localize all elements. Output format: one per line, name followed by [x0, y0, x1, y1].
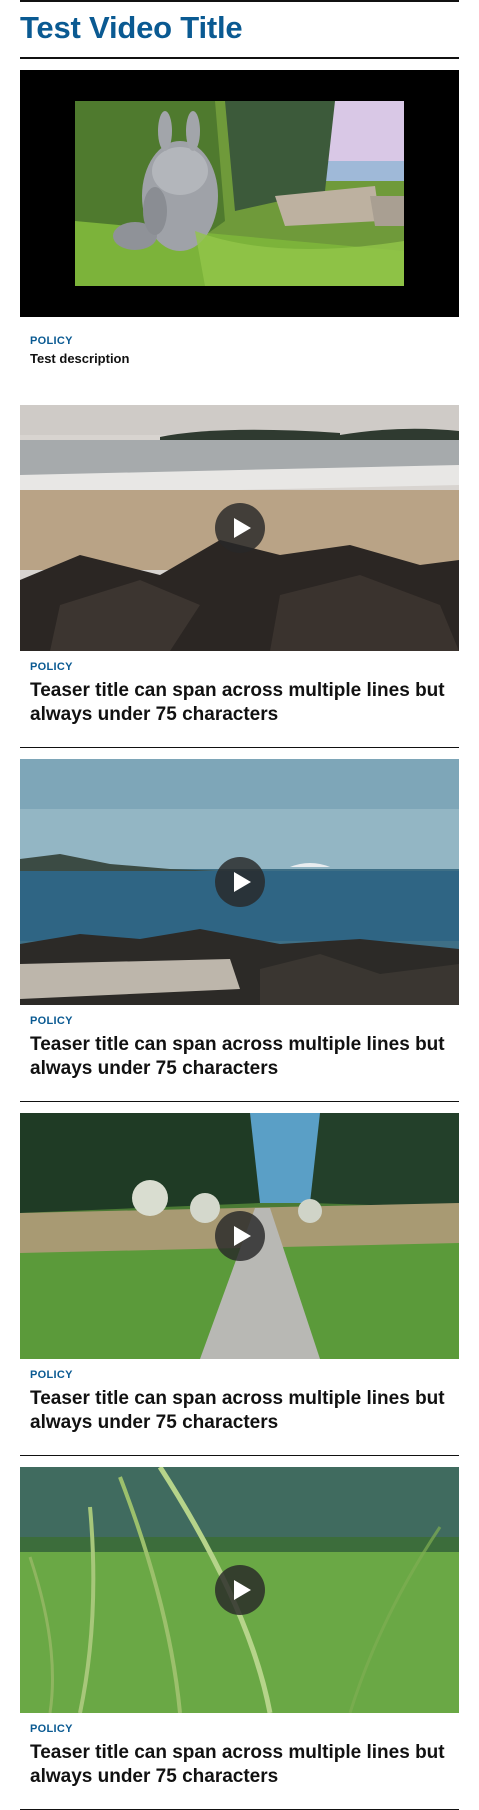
video-frame-image — [75, 101, 404, 286]
teaser-category: POLICY — [30, 661, 73, 673]
play-icon — [234, 1580, 251, 1600]
teaser-card[interactable]: POLICY Teaser title can span across mult… — [20, 1467, 459, 1810]
page-title: Test Video Title — [20, 10, 243, 45]
teaser-category: POLICY — [30, 1723, 73, 1735]
teaser-title[interactable]: Teaser title can span across multiple li… — [30, 679, 450, 727]
video-frame[interactable] — [75, 101, 404, 286]
play-button[interactable] — [215, 503, 265, 553]
video-player[interactable] — [20, 70, 459, 317]
top-divider — [20, 0, 459, 2]
teaser-card[interactable]: POLICY Teaser title can span across mult… — [20, 1113, 459, 1456]
teaser-category: POLICY — [30, 1015, 73, 1027]
teaser-thumbnail[interactable] — [20, 405, 459, 651]
play-button[interactable] — [215, 857, 265, 907]
teaser-title[interactable]: Teaser title can span across multiple li… — [30, 1741, 450, 1789]
teaser-title[interactable]: Teaser title can span across multiple li… — [30, 1033, 450, 1081]
teaser-divider — [20, 1455, 459, 1456]
play-icon — [234, 872, 251, 892]
teaser-card[interactable]: POLICY Teaser title can span across mult… — [20, 405, 459, 748]
play-button[interactable] — [215, 1565, 265, 1615]
teaser-thumbnail[interactable] — [20, 1467, 459, 1713]
video-meta: POLICY Test description — [30, 335, 129, 366]
teaser-thumbnail[interactable] — [20, 1113, 459, 1359]
play-icon — [234, 1226, 251, 1246]
teaser-card[interactable]: POLICY Teaser title can span across mult… — [20, 759, 459, 1102]
teaser-divider — [20, 747, 459, 748]
teaser-title[interactable]: Teaser title can span across multiple li… — [30, 1387, 450, 1435]
video-category: POLICY — [30, 335, 73, 347]
teaser-category: POLICY — [30, 1369, 73, 1381]
play-icon — [234, 518, 251, 538]
teaser-divider — [20, 1101, 459, 1102]
title-divider — [20, 57, 459, 59]
video-description: Test description — [30, 351, 130, 366]
teaser-thumbnail[interactable] — [20, 759, 459, 1005]
play-button[interactable] — [215, 1211, 265, 1261]
